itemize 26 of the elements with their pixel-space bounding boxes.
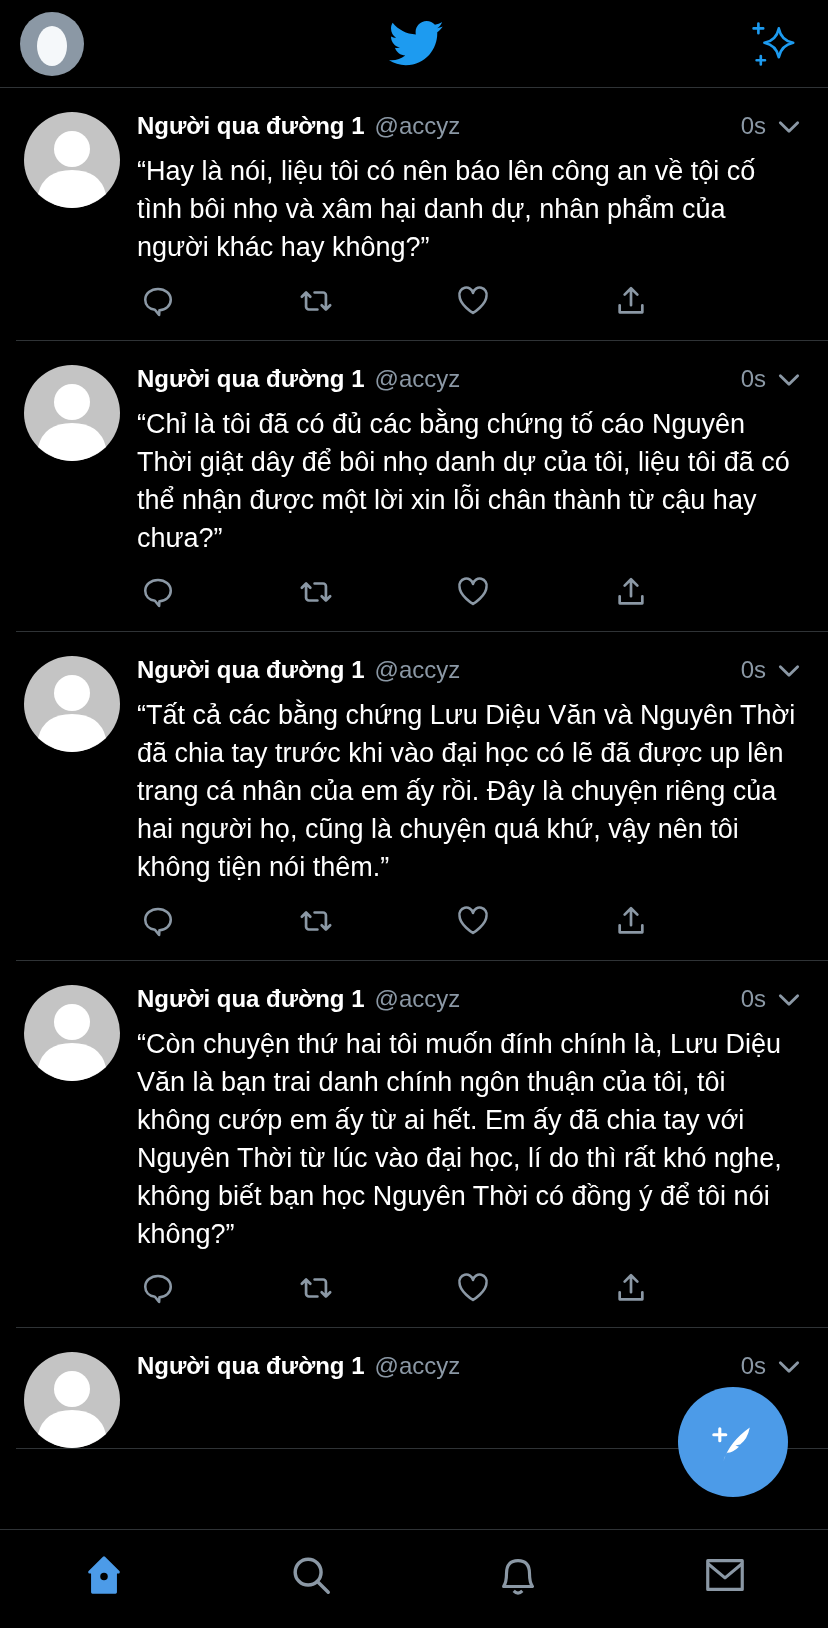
- avatar-icon[interactable]: [24, 365, 120, 461]
- avatar-icon[interactable]: [24, 1352, 120, 1448]
- user-name[interactable]: Người qua đường 1: [137, 365, 365, 393]
- avatar-icon[interactable]: [24, 985, 120, 1081]
- avatar-icon[interactable]: [24, 656, 120, 752]
- user-name[interactable]: Người qua đường 1: [137, 656, 365, 684]
- timestamp: 0s: [740, 365, 766, 393]
- user-name[interactable]: Người qua đường 1: [137, 985, 365, 1013]
- tweet-text: “Chỉ là tôi đã có đủ các bằng chứng tố cáo Nguyên Thời giật dây để bôi nhọ danh dự của tôi, liệu tôi đã có thể nhận được một lời xin lỗi chân thành từ cậu hay chưa?”: [137, 407, 791, 555]
- avatar-icon[interactable]: [24, 112, 120, 208]
- timestamp: 0s: [740, 656, 766, 684]
- bird-logo-icon: [389, 20, 445, 67]
- tweet-text: “Hay là nói, liệu tôi có nên báo lên công an về tội cố tình bôi nhọ và xâm hại danh dự, nhân phẩm của người khác hay không?”: [137, 155, 757, 264]
- user-name[interactable]: Người qua đường 1: [137, 112, 365, 140]
- user-name[interactable]: Người qua đường 1: [137, 1352, 365, 1380]
- user-handle: @accyz: [374, 112, 461, 140]
- tweet-text: “Còn chuyện thứ hai tôi muốn đính chính là, Lưu Diệu Văn là bạn trai danh chính ngôn thuận của tôi, tôi không cướp em ấy từ ai hết. Em ấy đã chia tay với Nguyên Thời từ lúc vào đại học, lí do thì rất khó nghe, không biết bạn học Nguyên Thời có đồng ý để tôi nói không?”: [137, 1028, 783, 1251]
- timestamp: 0s: [740, 112, 766, 140]
- user-handle: @accyz: [374, 1352, 461, 1380]
- user-handle: @accyz: [374, 656, 461, 684]
- timestamp: 0s: [740, 1352, 766, 1380]
- user-handle: @accyz: [374, 365, 461, 393]
- timestamp: 0s: [740, 985, 766, 1013]
- profile-avatar-icon[interactable]: [20, 11, 84, 76]
- tweet-text: “Tất cả các bằng chứng Lưu Diệu Văn và Nguyên Thời đã chia tay trước khi vào đại học có lẽ đã được up lên trang cá nhân của em ấy rồi. Đây là chuyện riêng của hai người họ, cũng là chuyện quá khứ, vậy nên tôi không tiện nói thêm.”: [137, 698, 797, 884]
- user-handle: @accyz: [374, 985, 461, 1013]
